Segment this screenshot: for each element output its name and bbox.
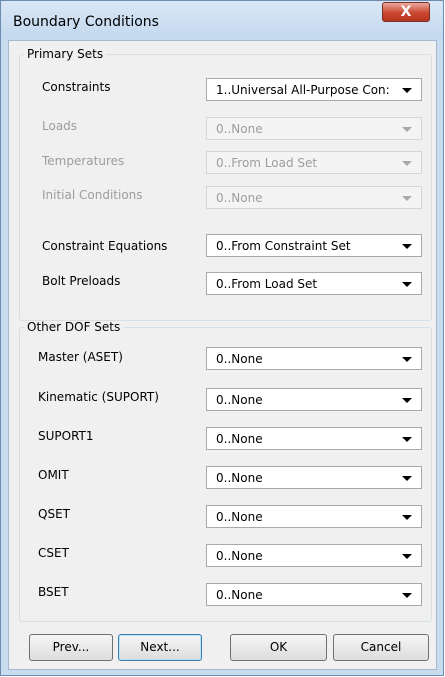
next-button[interactable]: Next... xyxy=(118,634,202,661)
bolt-preloads-select[interactable]: 0..From Load Set xyxy=(206,272,422,295)
cset-value: 0..None xyxy=(216,549,263,563)
constraints-label: Constraints xyxy=(42,80,111,94)
suport1-select[interactable]: 0..None xyxy=(206,427,422,450)
kinematic-suport-value: 0..None xyxy=(216,393,263,407)
chevron-down-icon xyxy=(402,398,412,403)
window-title: Boundary Conditions xyxy=(13,14,159,30)
constraints-select[interactable]: 1..Universal All-Purpose Con: xyxy=(206,78,422,101)
temperatures-label: Temperatures xyxy=(42,154,125,168)
initial-conditions-value: 0..None xyxy=(216,191,263,205)
ok-button[interactable]: OK xyxy=(230,634,327,661)
bolt-preloads-value: 0..From Load Set xyxy=(216,277,318,291)
other-dof-sets-legend: Other DOF Sets xyxy=(27,320,121,334)
prev-button[interactable]: Prev... xyxy=(29,634,113,661)
bset-label: BSET xyxy=(38,585,69,599)
qset-label: QSET xyxy=(38,507,70,521)
suport1-label: SUPORT1 xyxy=(38,429,94,443)
chevron-down-icon xyxy=(402,88,412,93)
loads-label: Loads xyxy=(42,119,78,133)
cset-label: CSET xyxy=(38,546,69,560)
omit-value: 0..None xyxy=(216,471,263,485)
cset-select[interactable]: 0..None xyxy=(206,544,422,567)
kinematic-suport-select[interactable]: 0..None xyxy=(206,388,422,411)
loads-value: 0..None xyxy=(216,122,263,136)
constraint-equations-select[interactable]: 0..From Constraint Set xyxy=(206,234,422,257)
dialog-window: Boundary Conditions X Primary Sets Const… xyxy=(0,0,444,676)
temperatures-value: 0..From Load Set xyxy=(216,156,318,170)
kinematic-suport-label: Kinematic (SUPORT) xyxy=(38,390,159,404)
omit-label: OMIT xyxy=(38,468,69,482)
close-icon: X xyxy=(400,4,412,20)
chevron-down-icon xyxy=(402,244,412,249)
omit-select[interactable]: 0..None xyxy=(206,466,422,489)
chevron-down-icon xyxy=(402,127,412,132)
suport1-value: 0..None xyxy=(216,432,263,446)
master-aset-value: 0..None xyxy=(216,352,263,366)
chevron-down-icon xyxy=(402,593,412,598)
initial-conditions-label: Initial Conditions xyxy=(42,188,143,202)
cancel-button[interactable]: Cancel xyxy=(333,634,429,661)
close-button[interactable]: X xyxy=(382,2,430,22)
chevron-down-icon xyxy=(402,196,412,201)
chevron-down-icon xyxy=(402,161,412,166)
temperatures-select: 0..From Load Set xyxy=(206,151,422,174)
bolt-preloads-label: Bolt Preloads xyxy=(42,274,121,288)
primary-sets-legend: Primary Sets xyxy=(27,47,104,61)
constraints-value: 1..Universal All-Purpose Con: xyxy=(216,83,390,97)
title-bar[interactable]: Boundary Conditions X xyxy=(1,1,443,39)
chevron-down-icon xyxy=(402,515,412,520)
master-aset-label: Master (ASET) xyxy=(38,350,123,364)
constraint-equations-label: Constraint Equations xyxy=(42,239,168,253)
master-aset-select[interactable]: 0..None xyxy=(206,347,422,370)
bset-value: 0..None xyxy=(216,588,263,602)
chevron-down-icon xyxy=(402,357,412,362)
qset-value: 0..None xyxy=(216,510,263,524)
qset-select[interactable]: 0..None xyxy=(206,505,422,528)
chevron-down-icon xyxy=(402,282,412,287)
constraint-equations-value: 0..From Constraint Set xyxy=(216,239,351,253)
bset-select[interactable]: 0..None xyxy=(206,583,422,606)
chevron-down-icon xyxy=(402,476,412,481)
loads-select: 0..None xyxy=(206,117,422,140)
dialog-body: Primary Sets Constraints 1..Universal Al… xyxy=(8,40,437,670)
chevron-down-icon xyxy=(402,437,412,442)
chevron-down-icon xyxy=(402,554,412,559)
initial-conditions-select: 0..None xyxy=(206,186,422,209)
